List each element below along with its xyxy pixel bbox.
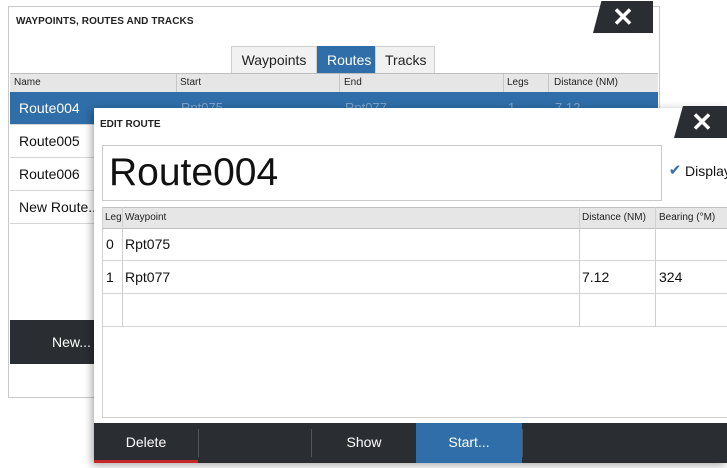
column-header-end[interactable]: End — [344, 77, 362, 88]
footer-empty-slot — [199, 423, 311, 463]
footer-empty-slot — [523, 423, 727, 463]
delete-button[interactable]: Delete — [94, 423, 198, 463]
column-header-bearing: Bearing (°M) — [659, 212, 716, 223]
display-checkbox-label[interactable]: Display — [685, 163, 727, 179]
tab-bar: Waypoints Routes Tracks — [231, 46, 435, 73]
table-row[interactable]: 1 Rpt077 7.12 324 — [102, 261, 727, 294]
edit-route-dialog: EDIT ROUTE ✕ Route004 ✔ Display Leg Wayp… — [94, 106, 727, 463]
new-route-button[interactable]: New... — [52, 334, 91, 350]
tab-waypoints[interactable]: Waypoints — [231, 46, 317, 73]
waypoint-name: Rpt075 — [125, 236, 171, 252]
column-header-distance: Distance (NM) — [582, 212, 646, 223]
column-header-distance[interactable]: Distance (NM) — [554, 77, 618, 88]
column-header-leg: Leg — [105, 212, 122, 223]
leg-distance: 7.12 — [582, 269, 610, 285]
close-icon[interactable]: ✕ — [674, 106, 727, 138]
column-divider — [579, 207, 580, 327]
column-divider — [122, 207, 123, 327]
routes-table-header: Name Start End Legs Distance (NM) — [10, 73, 658, 93]
route-name-value: Route004 — [109, 151, 279, 194]
column-header-start[interactable]: Start — [180, 77, 201, 88]
route-name-field[interactable]: Route004 — [102, 145, 662, 201]
dialog-title: WAYPOINTS, ROUTES AND TRACKS — [16, 16, 194, 27]
waypoint-name: Rpt077 — [125, 269, 171, 285]
column-divider — [548, 74, 549, 92]
route-row[interactable]: Route005 — [10, 125, 102, 158]
tab-routes[interactable]: Routes — [317, 46, 375, 73]
column-divider — [655, 207, 656, 327]
table-row[interactable]: 0 Rpt075 — [102, 228, 727, 261]
column-header-name[interactable]: Name — [14, 77, 41, 88]
dialog-title: EDIT ROUTE — [100, 119, 161, 130]
start-button[interactable]: Start... — [416, 423, 522, 463]
column-header-waypoint: Waypoint — [125, 212, 167, 223]
leg-number: 1 — [106, 269, 114, 285]
leg-bearing: 324 — [659, 269, 683, 285]
routes-list-empty-area — [10, 226, 103, 319]
new-route-row[interactable]: New Route... — [10, 191, 102, 224]
edit-route-footer: Delete Show Start... — [94, 423, 727, 463]
column-divider — [339, 74, 340, 92]
column-divider — [503, 74, 504, 92]
leg-number: 0 — [106, 236, 114, 252]
checkmark-icon[interactable]: ✔ — [667, 163, 683, 179]
tab-tracks[interactable]: Tracks — [375, 46, 435, 73]
table-border — [102, 207, 103, 417]
table-border — [102, 417, 727, 418]
route-name: Route004 — [19, 100, 80, 116]
column-header-legs[interactable]: Legs — [507, 77, 529, 88]
route-row[interactable]: Route006 — [10, 158, 102, 191]
table-row[interactable] — [102, 294, 727, 327]
show-button[interactable]: Show — [312, 423, 416, 463]
column-divider — [176, 74, 177, 92]
legs-table-header: Leg Waypoint Distance (NM) Bearing (°M) — [102, 207, 727, 229]
close-icon[interactable]: ✕ — [593, 1, 653, 33]
